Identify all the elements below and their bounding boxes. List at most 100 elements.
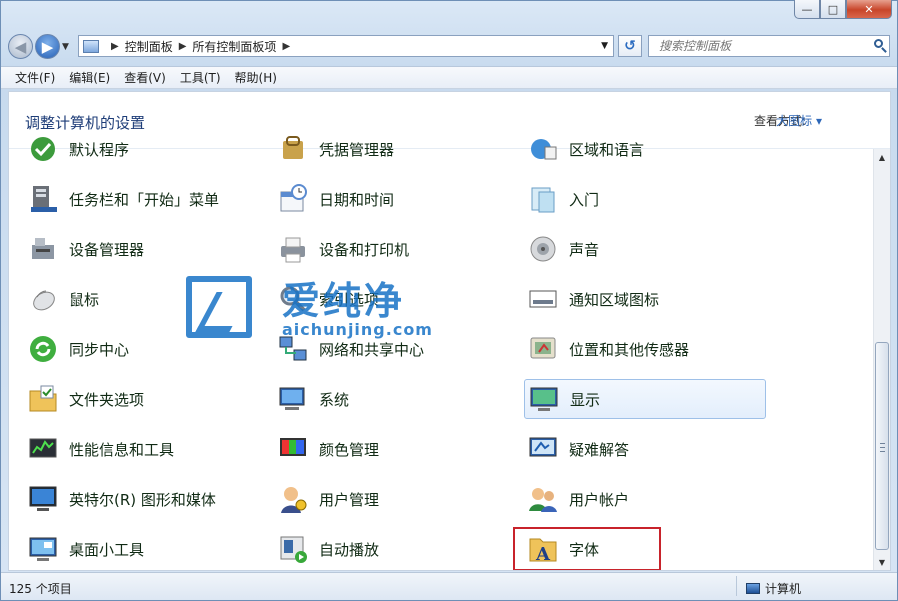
chevron-right-icon[interactable]: ▶ bbox=[111, 41, 119, 52]
control-panel-item[interactable]: 用户帐户 bbox=[524, 479, 766, 519]
forward-button[interactable]: ▶ bbox=[35, 34, 60, 59]
breadcrumb-all-items[interactable]: 所有控制面板项 bbox=[192, 38, 276, 55]
control-panel-item-label: 用户帐户 bbox=[569, 490, 630, 509]
control-panel-item-label: 颜色管理 bbox=[319, 440, 380, 459]
scroll-down-icon[interactable]: ▼ bbox=[874, 554, 890, 570]
control-panel-item[interactable]: 用户管理 bbox=[274, 479, 516, 519]
color-management-icon bbox=[277, 433, 309, 465]
scroll-up-icon[interactable]: ▲ bbox=[874, 149, 890, 166]
control-panel-item[interactable]: 索引选项 bbox=[274, 279, 516, 319]
svg-text:A: A bbox=[535, 544, 551, 565]
control-panel-item[interactable]: 颜色管理 bbox=[274, 429, 516, 469]
menu-file[interactable]: 文件(F) bbox=[1, 69, 62, 86]
status-divider bbox=[736, 576, 737, 596]
control-panel-item[interactable]: 区域和语言 bbox=[524, 129, 766, 169]
chevron-right-icon[interactable]: ▶ bbox=[282, 41, 290, 52]
control-panel-item[interactable]: 网络和共享中心 bbox=[274, 329, 516, 369]
control-panel-item[interactable]: 疑难解答 bbox=[524, 429, 766, 469]
control-panel-item-label: 任务栏和「开始」菜单 bbox=[69, 190, 220, 209]
control-panel-item[interactable]: 位置和其他传感器 bbox=[524, 329, 766, 369]
back-button[interactable]: ◀ bbox=[8, 34, 33, 59]
taskbar-icon bbox=[27, 183, 59, 215]
folder-options-icon bbox=[27, 383, 59, 415]
getting-started-icon bbox=[527, 183, 559, 215]
default-programs-icon bbox=[27, 133, 59, 165]
control-panel-item[interactable]: 凭据管理器 bbox=[274, 129, 516, 169]
status-location: 计算机 bbox=[745, 580, 801, 597]
control-panel-item-label: 索引选项 bbox=[319, 290, 380, 309]
network-icon bbox=[277, 333, 309, 365]
sync-icon bbox=[27, 333, 59, 365]
control-panel-item-label: 鼠标 bbox=[69, 290, 100, 309]
control-panel-icon bbox=[83, 39, 99, 53]
control-panel-item[interactable]: 声音 bbox=[524, 229, 766, 269]
control-panel-item-label: 凭据管理器 bbox=[319, 140, 395, 159]
control-panel-item-label: 区域和语言 bbox=[569, 140, 645, 159]
status-bar: 125 个项目 计算机 bbox=[1, 572, 897, 600]
control-panel-item[interactable]: 入门 bbox=[524, 179, 766, 219]
control-panel-item[interactable]: 系统 bbox=[274, 379, 516, 419]
control-panel-item-label: 位置和其他传感器 bbox=[569, 340, 690, 359]
intel-graphics-icon bbox=[27, 483, 59, 515]
printer-icon bbox=[277, 233, 309, 265]
control-panel-item[interactable]: 性能信息和工具 bbox=[24, 429, 266, 469]
mouse-icon bbox=[27, 283, 59, 315]
recent-pages-dropdown-icon[interactable]: ▼ bbox=[62, 42, 69, 52]
control-panel-item-label: 显示 bbox=[570, 390, 601, 409]
chevron-right-icon[interactable]: ▶ bbox=[179, 41, 187, 52]
control-panel-item[interactable]: 任务栏和「开始」菜单 bbox=[24, 179, 266, 219]
items-grid: 默认程序 凭据管理器 区域和语言任务栏和「开始」菜单 日期和时间 入门设备管理器 设备和打… bbox=[9, 136, 875, 570]
control-panel-item[interactable]: 文件夹选项 bbox=[24, 379, 266, 419]
breadcrumb-control-panel[interactable]: 控制面板 bbox=[125, 38, 173, 55]
computer-icon bbox=[745, 583, 760, 594]
control-panel-item-label: 通知区域图标 bbox=[569, 290, 660, 309]
control-panel-item[interactable]: 设备管理器 bbox=[24, 229, 266, 269]
control-panel-item-label: 自动播放 bbox=[319, 540, 380, 559]
magnifier-icon bbox=[277, 283, 309, 315]
scrollbar-thumb[interactable] bbox=[875, 342, 889, 550]
menu-view[interactable]: 查看(V) bbox=[117, 69, 173, 86]
control-panel-item[interactable]: 鼠标 bbox=[24, 279, 266, 319]
control-panel-item[interactable]: 设备和打印机 bbox=[274, 229, 516, 269]
close-button[interactable]: ✕ bbox=[846, 0, 892, 19]
speaker-icon bbox=[527, 233, 559, 265]
maximize-button[interactable]: □ bbox=[820, 0, 846, 19]
menu-edit[interactable]: 编辑(E) bbox=[62, 69, 117, 86]
credential-manager-icon bbox=[277, 133, 309, 165]
view-mode-dropdown[interactable]: 大图标 bbox=[776, 112, 822, 129]
search-input[interactable] bbox=[657, 38, 871, 54]
control-panel-item[interactable]: 自动播放 bbox=[274, 529, 516, 569]
control-panel-item-label: 英特尔(R) 图形和媒体 bbox=[69, 490, 216, 509]
address-bar[interactable]: ▶ 控制面板 ▶ 所有控制面板项 ▶ ▼ bbox=[78, 35, 614, 57]
control-panel-item[interactable]: A 字体 bbox=[513, 527, 661, 570]
calendar-clock-icon bbox=[277, 183, 309, 215]
refresh-button[interactable]: ↺ bbox=[618, 35, 642, 57]
vertical-scrollbar[interactable]: ▲ ▼ bbox=[873, 149, 890, 570]
control-panel-item-label: 设备和打印机 bbox=[319, 240, 410, 259]
search-box[interactable] bbox=[648, 35, 890, 57]
control-panel-item-label: 默认程序 bbox=[69, 140, 130, 159]
control-panel-item[interactable]: 显示 bbox=[524, 379, 766, 419]
performance-icon bbox=[27, 433, 59, 465]
control-panel-item[interactable]: 默认程序 bbox=[24, 129, 266, 169]
menu-tools[interactable]: 工具(T) bbox=[173, 69, 228, 86]
control-panel-item-label: 系统 bbox=[319, 390, 350, 409]
item-count: 125 个项目 bbox=[9, 582, 72, 596]
minimize-button[interactable]: — bbox=[794, 0, 820, 19]
grip-icon bbox=[880, 443, 885, 452]
control-panel-item[interactable]: 桌面小工具 bbox=[24, 529, 266, 569]
user-management-icon bbox=[277, 483, 309, 515]
menu-help[interactable]: 帮助(H) bbox=[228, 69, 284, 86]
control-panel-item-label: 字体 bbox=[569, 540, 600, 559]
control-panel-item-label: 日期和时间 bbox=[319, 190, 395, 209]
system-icon bbox=[277, 383, 309, 415]
search-icon[interactable] bbox=[874, 39, 883, 48]
region-language-icon bbox=[527, 133, 559, 165]
address-dropdown-icon[interactable]: ▼ bbox=[601, 41, 608, 51]
control-panel-item[interactable]: 通知区域图标 bbox=[524, 279, 766, 319]
control-panel-item[interactable]: 同步中心 bbox=[24, 329, 266, 369]
control-panel-item[interactable]: 日期和时间 bbox=[274, 179, 516, 219]
control-panel-item[interactable]: 英特尔(R) 图形和媒体 bbox=[24, 479, 266, 519]
control-panel-item-label: 性能信息和工具 bbox=[69, 440, 175, 459]
control-panel-item-label: 声音 bbox=[569, 240, 600, 259]
